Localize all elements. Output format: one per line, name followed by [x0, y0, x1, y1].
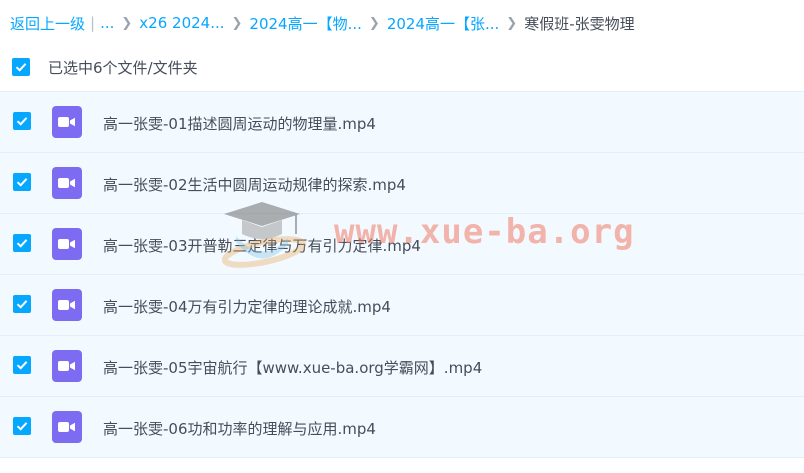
breadcrumb-item[interactable]: 2024高一【张... [387, 13, 499, 34]
file-checkbox[interactable] [13, 295, 31, 313]
file-name[interactable]: 高一张雯-02生活中圆周运动规律的探索.mp4 [103, 174, 406, 195]
chevron-right-icon: ❯ [231, 15, 243, 31]
file-row[interactable]: 高一张雯-04万有引力定律的理论成就.mp4 [0, 275, 804, 336]
video-file-icon [52, 167, 82, 199]
video-file-icon [52, 106, 82, 138]
file-checkbox[interactable] [13, 356, 31, 374]
file-name[interactable]: 高一张雯-01描述圆周运动的物理量.mp4 [103, 113, 376, 134]
file-checkbox[interactable] [13, 112, 31, 130]
chevron-right-icon: ❯ [506, 15, 518, 31]
file-row[interactable]: 高一张雯-05宇宙航行【www.xue-ba.org学霸网】.mp4 [0, 336, 804, 397]
check-icon [16, 361, 28, 370]
video-file-icon [52, 289, 82, 321]
check-icon [16, 178, 28, 187]
breadcrumb-divider: | [90, 14, 96, 32]
video-file-icon [52, 411, 82, 443]
selection-count-label: 已选中6个文件/文件夹 [48, 58, 198, 77]
breadcrumb-ellipsis[interactable]: ... [100, 14, 114, 32]
file-name[interactable]: 高一张雯-06功和功率的理解与应用.mp4 [103, 418, 376, 439]
video-file-icon [52, 228, 82, 260]
file-row[interactable]: 高一张雯-02生活中圆周运动规律的探索.mp4 [0, 153, 804, 214]
check-icon [16, 422, 28, 431]
file-row[interactable]: 高一张雯-03开普勒三定律与万有引力定律.mp4 [0, 214, 804, 275]
file-list: 高一张雯-01描述圆周运动的物理量.mp4 高一张雯-02生活中圆周运动规律的探… [0, 91, 804, 458]
file-name[interactable]: 高一张雯-03开普勒三定律与万有引力定律.mp4 [103, 235, 421, 256]
check-icon [16, 239, 28, 248]
check-icon [16, 117, 28, 126]
file-checkbox[interactable] [13, 234, 31, 252]
file-checkbox[interactable] [13, 417, 31, 435]
video-file-icon [52, 350, 82, 382]
chevron-right-icon: ❯ [368, 15, 380, 31]
breadcrumb-item[interactable]: x26 2024... [139, 14, 224, 32]
file-name[interactable]: 高一张雯-05宇宙航行【www.xue-ba.org学霸网】.mp4 [103, 357, 482, 378]
back-link[interactable]: 返回上一级 [10, 13, 85, 34]
select-all-checkbox[interactable] [12, 58, 30, 76]
file-row[interactable]: 高一张雯-01描述圆周运动的物理量.mp4 [0, 91, 804, 153]
file-checkbox[interactable] [13, 173, 31, 191]
file-name[interactable]: 高一张雯-04万有引力定律的理论成就.mp4 [103, 296, 391, 317]
chevron-right-icon: ❯ [121, 15, 133, 31]
breadcrumb-item[interactable]: 2024高一【物... [249, 13, 361, 34]
check-icon [16, 300, 28, 309]
check-icon [15, 63, 27, 72]
selection-bar: 已选中6个文件/文件夹 [12, 55, 198, 79]
file-row[interactable]: 高一张雯-06功和功率的理解与应用.mp4 [0, 397, 804, 458]
breadcrumb-current: 寒假班-张雯物理 [524, 14, 635, 33]
breadcrumb: 返回上一级 | ... ❯ x26 2024... ❯ 2024高一【物... … [10, 10, 635, 36]
